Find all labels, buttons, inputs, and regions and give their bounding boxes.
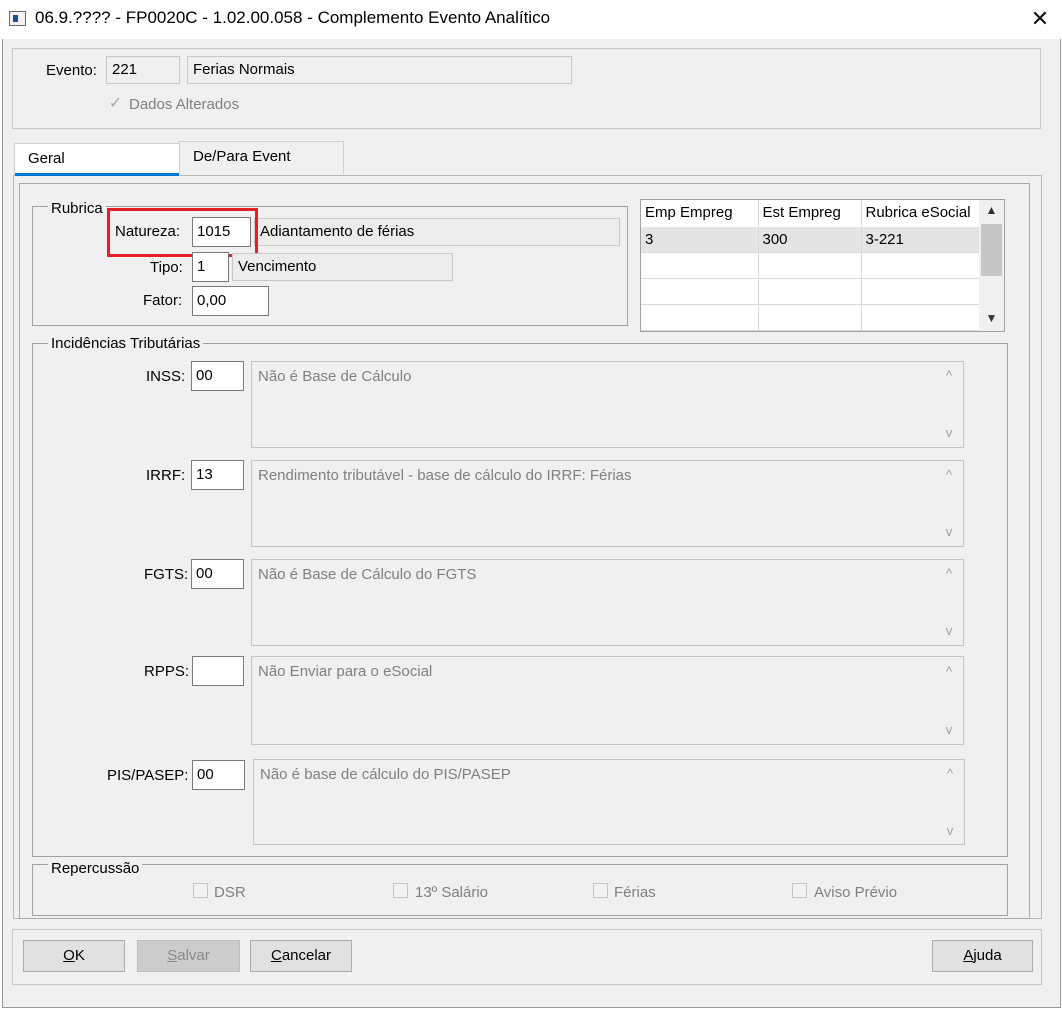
table-cell	[758, 304, 862, 331]
ok-button[interactable]: OK	[23, 940, 125, 972]
table-cell: 300	[758, 226, 862, 253]
tipo-label: Tipo:	[150, 259, 183, 276]
inss-label: INSS:	[146, 368, 186, 385]
table-cell	[758, 252, 862, 279]
table-cell: 3-221	[861, 226, 980, 253]
close-icon[interactable]: ✕	[1018, 0, 1062, 37]
column-header-rubrica-esocial[interactable]: Rubrica eSocial	[861, 200, 980, 227]
fgts-description-memo: Não é Base de Cálculo do FGTS	[251, 559, 964, 646]
fgts-input[interactable]: 00	[191, 559, 244, 589]
scroll-down-icon[interactable]: v	[937, 623, 961, 638]
inss-input[interactable]: 00	[191, 361, 244, 391]
ok-button-label: K	[74, 947, 85, 964]
window-title: 06.9.???? - FP0020C - 1.02.00.058 - Comp…	[35, 8, 551, 27]
rubrica-group-title: Rubrica	[48, 200, 106, 217]
dados-alterados-label: Dados Alterados	[129, 96, 240, 113]
rpps-label: RPPS:	[144, 663, 190, 680]
evento-code-field: 221	[106, 56, 180, 84]
scroll-down-icon[interactable]: ▼	[980, 311, 1003, 329]
table-cell	[861, 304, 980, 331]
scroll-down-icon[interactable]: v	[937, 524, 961, 539]
rpps-input[interactable]	[192, 656, 244, 686]
scroll-down-icon[interactable]: v	[938, 823, 962, 838]
table-cell	[641, 278, 759, 305]
tab-de-para-event[interactable]: De/Para Event	[178, 141, 344, 174]
evento-description-field: Ferias Normais	[187, 56, 572, 84]
incidencias-group-title: Incidências Tributárias	[48, 335, 204, 352]
table-cell	[861, 278, 980, 305]
natureza-description: Adiantamento de férias	[254, 218, 620, 246]
aviso-previo-label: Aviso Prévio	[814, 884, 898, 901]
irrf-description-memo: Rendimento tributável - base de cálculo …	[251, 460, 964, 547]
grid-scroll-thumb[interactable]	[981, 224, 1002, 276]
irrf-label: IRRF:	[146, 467, 186, 484]
dados-alterados-checkbox[interactable]: ✓	[107, 95, 124, 112]
ajuda-button-label: juda	[973, 947, 1002, 964]
ok-button-mnemonic: O	[63, 947, 75, 964]
aviso-previo-checkbox[interactable]	[792, 883, 807, 898]
pis-pasep-label: PIS/PASEP:	[107, 767, 189, 784]
ajuda-button-mnemonic: A	[963, 947, 974, 964]
salvar-button-mnemonic: S	[167, 947, 178, 964]
tipo-description: Vencimento	[232, 253, 453, 281]
table-cell: 3	[641, 226, 759, 253]
tab-geral[interactable]: Geral	[14, 143, 180, 176]
salvar-button-label: alvar	[177, 947, 210, 964]
esocial-grid[interactable]: Emp Empreg Est Empreg Rubrica eSocial 3 …	[640, 199, 1005, 332]
cancelar-button[interactable]: Cancelar	[250, 940, 352, 972]
scroll-up-icon[interactable]: ^	[937, 566, 961, 581]
column-header-est-empreg[interactable]: Est Empreg	[758, 200, 862, 227]
dsr-checkbox[interactable]	[193, 883, 208, 898]
dsr-label: DSR	[214, 884, 246, 901]
fgts-label: FGTS:	[144, 566, 189, 583]
scroll-up-icon[interactable]: ^	[937, 368, 961, 383]
cancelar-button-mnemonic: C	[270, 947, 282, 964]
evento-label: Evento:	[46, 62, 97, 79]
scroll-up-icon[interactable]: ▲	[980, 203, 1003, 221]
app-window-icon	[9, 11, 26, 26]
table-row[interactable]: 3 300 3-221	[641, 226, 980, 253]
fator-label: Fator:	[143, 292, 183, 309]
table-cell	[641, 252, 759, 279]
table-cell	[758, 278, 862, 305]
table-cell	[861, 252, 980, 279]
table-row[interactable]	[641, 278, 980, 305]
ferias-checkbox[interactable]	[593, 883, 608, 898]
decimo-terceiro-label: 13º Salário	[415, 884, 489, 901]
repercussao-group-title: Repercussão	[48, 860, 143, 877]
natureza-highlight-box	[107, 208, 258, 257]
scroll-down-icon[interactable]: v	[937, 425, 961, 440]
column-header-emp-empreg[interactable]: Emp Empreg	[641, 200, 759, 227]
fator-input[interactable]: 0,00	[192, 286, 269, 316]
scroll-down-icon[interactable]: v	[937, 722, 961, 737]
table-row[interactable]	[641, 304, 980, 331]
pis-pasep-input[interactable]: 00	[192, 760, 245, 790]
tab-geral-label: Geral	[28, 150, 65, 167]
table-cell	[641, 304, 759, 331]
inss-description-memo: Não é Base de Cálculo	[251, 361, 964, 448]
tipo-input[interactable]: 1	[192, 252, 229, 282]
cancelar-button-label: ancelar	[281, 947, 332, 964]
esocial-table: Emp Empreg Est Empreg Rubrica eSocial 3 …	[641, 200, 980, 331]
scroll-up-icon[interactable]: ^	[937, 664, 961, 679]
rpps-description-memo: Não Enviar para o eSocial	[251, 656, 964, 745]
table-row[interactable]	[641, 252, 980, 279]
decimo-terceiro-checkbox[interactable]	[393, 883, 408, 898]
salvar-button[interactable]: Salvar	[137, 940, 240, 972]
pis-pasep-description-memo: Não é base de cálculo do PIS/PASEP	[253, 759, 965, 845]
ajuda-button[interactable]: Ajuda	[932, 940, 1033, 972]
ferias-label: Férias	[614, 884, 656, 901]
scroll-up-icon[interactable]: ^	[937, 467, 961, 482]
scroll-up-icon[interactable]: ^	[938, 766, 962, 781]
irrf-input[interactable]: 13	[191, 460, 244, 490]
